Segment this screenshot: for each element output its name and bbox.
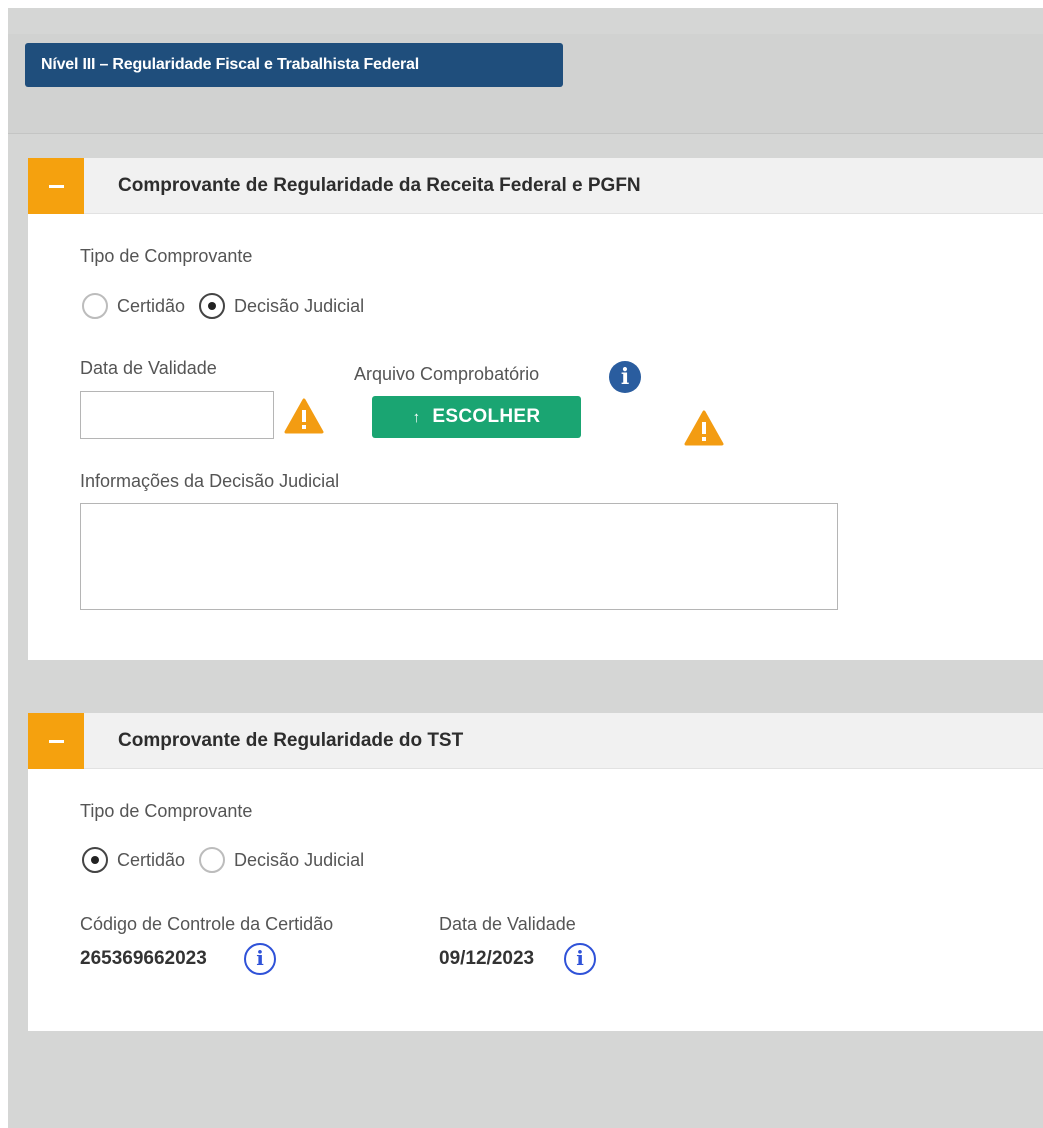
radio-certidao-label[interactable]: Certidão xyxy=(117,850,185,871)
tipo-comprovante-radio-group: Certidão Decisão Judicial xyxy=(82,847,364,873)
warning-icon xyxy=(284,398,324,434)
radio-decisao-judicial[interactable] xyxy=(199,847,226,873)
collapse-button[interactable] xyxy=(28,713,84,769)
section-header[interactable]: Comprovante de Regularidade do TST xyxy=(28,713,1043,769)
radio-decisao-judicial[interactable] xyxy=(199,293,226,319)
section-tst: Comprovante de Regularidade do TST Tipo … xyxy=(28,713,1043,1031)
tipo-comprovante-radio-group: Certidão Decisão Judicial xyxy=(82,293,364,319)
codigo-controle-label: Código de Controle da Certidão xyxy=(80,914,334,934)
informacoes-decisao-label: Informações da Decisão Judicial xyxy=(80,471,340,491)
data-validade-label: Data de Validade xyxy=(80,358,217,378)
tipo-comprovante-label: Tipo de Comprovante xyxy=(80,246,253,266)
info-icon[interactable]: i xyxy=(609,361,641,393)
radio-decisao-judicial-label[interactable]: Decisão Judicial xyxy=(234,850,364,871)
radio-certidao[interactable] xyxy=(82,293,108,319)
codigo-controle-value: 265369662023 xyxy=(80,948,207,969)
info-icon[interactable]: i xyxy=(564,943,596,975)
section-header[interactable]: Comprovante de Regularidade da Receita F… xyxy=(28,158,1043,214)
section-title: Comprovante de Regularidade do TST xyxy=(118,730,464,751)
level-badge: Nível III – Regularidade Fiscal e Trabal… xyxy=(25,43,563,87)
data-validade-value: 09/12/2023 xyxy=(439,948,535,969)
informacoes-decisao-textarea[interactable] xyxy=(80,503,838,610)
escolher-button[interactable]: ↑ ESCOLHER xyxy=(372,396,581,438)
data-validade-input[interactable] xyxy=(80,391,274,439)
upload-arrow-icon: ↑ xyxy=(412,408,421,426)
collapse-button[interactable] xyxy=(28,158,84,214)
warning-icon xyxy=(684,410,724,446)
escolher-button-label: ESCOLHER xyxy=(432,406,541,427)
data-validade-label: Data de Validade xyxy=(439,914,576,934)
arquivo-comprobatorio-label: Arquivo Comprobatório xyxy=(354,364,540,384)
radio-decisao-judicial-label[interactable]: Decisão Judicial xyxy=(234,296,364,317)
info-icon[interactable]: i xyxy=(244,943,276,975)
section-receita-federal: Comprovante de Regularidade da Receita F… xyxy=(28,158,1043,660)
radio-certidao-label[interactable]: Certidão xyxy=(117,296,185,317)
radio-certidao[interactable] xyxy=(82,847,108,873)
tipo-comprovante-label: Tipo de Comprovante xyxy=(80,801,253,821)
section-title: Comprovante de Regularidade da Receita F… xyxy=(118,175,641,196)
